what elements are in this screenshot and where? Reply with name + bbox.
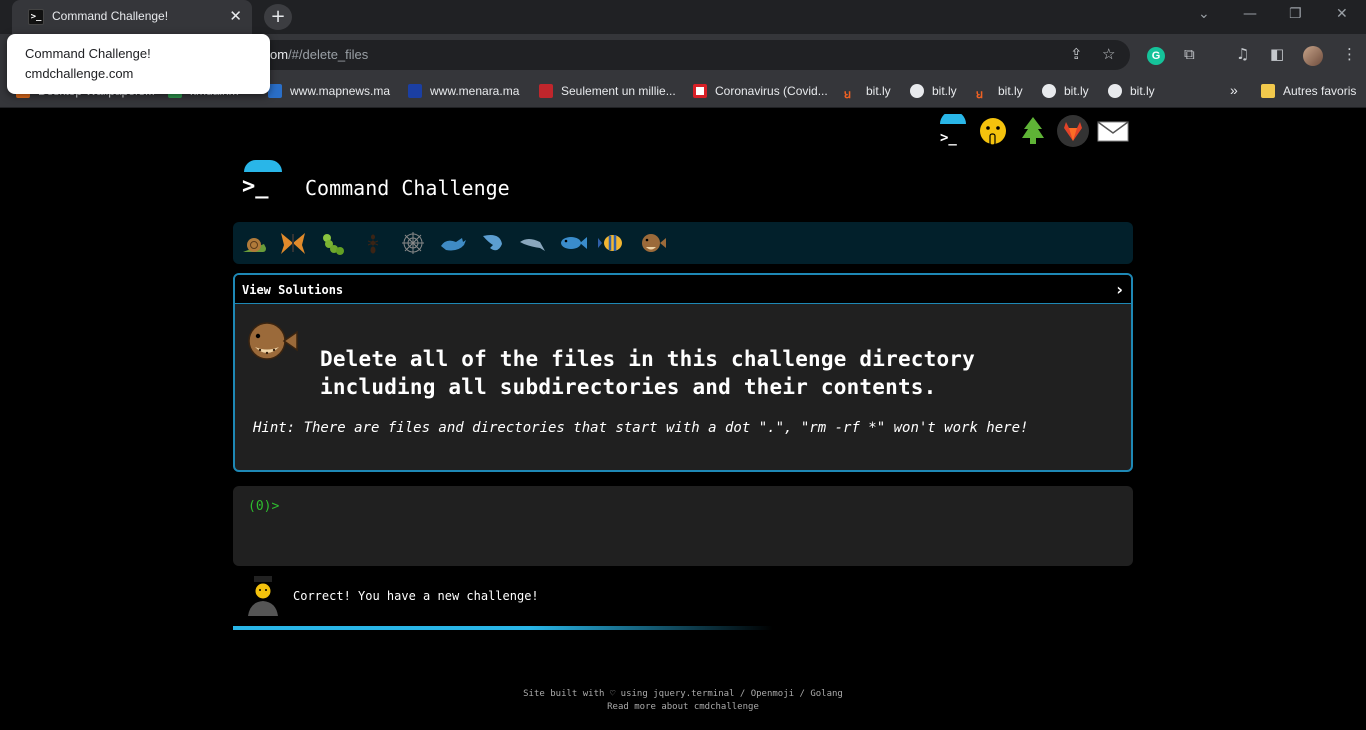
- bitly-icon: ꞟ: [976, 87, 984, 101]
- url-text[interactable]: om/#/delete_files: [270, 47, 368, 62]
- shushing-face-icon[interactable]: [976, 114, 1010, 148]
- spider-web-icon[interactable]: [398, 228, 428, 258]
- url-host: om: [270, 47, 289, 62]
- svg-text:>_: >_: [940, 130, 957, 146]
- footer-credits: Site built with ♡ using jquery.terminal …: [523, 689, 843, 699]
- tab-strip: >_ Command Challenge! ✕ + ⌄ — ❐ ✕: [0, 0, 1366, 34]
- challenge-progress-strip: [233, 222, 1133, 264]
- media-controls-icon[interactable]: ♫: [1236, 45, 1249, 63]
- dolphin-icon[interactable]: [518, 228, 548, 258]
- bookmark-item[interactable]: bit.ly: [1108, 84, 1155, 100]
- tab-search-button[interactable]: ⌄: [1198, 6, 1210, 22]
- close-window-button[interactable]: ✕: [1336, 6, 1348, 22]
- tropical-fish-icon[interactable]: [598, 228, 628, 258]
- bookmark-item[interactable]: Coronavirus (Covid...: [693, 84, 828, 100]
- restore-button[interactable]: ❐: [1289, 6, 1302, 22]
- url-path: /#/delete_files: [288, 47, 369, 62]
- challenge-panel: View Solutions › Delete all of the files…: [233, 273, 1133, 472]
- teacher-avatar-icon: [246, 574, 280, 616]
- site-title: Command Challenge: [305, 176, 510, 200]
- caterpillar-icon[interactable]: [318, 228, 348, 258]
- c-logo-icon: [693, 84, 707, 98]
- envelope-icon[interactable]: [1096, 114, 1130, 148]
- more-bookmarks-button[interactable]: »: [1230, 82, 1238, 98]
- gitlab-icon[interactable]: [1056, 114, 1090, 148]
- butterfly-icon[interactable]: [278, 228, 308, 258]
- terminal-icon[interactable]: >_: [936, 111, 970, 148]
- challenge-line-2: including all subdirectories and their c…: [320, 375, 937, 399]
- bookmark-item[interactable]: www.mapnews.ma: [268, 84, 390, 100]
- menu-kebab-icon[interactable]: ⋮: [1342, 45, 1357, 63]
- challenge-hint: Hint: There are files and directories th…: [253, 420, 1029, 436]
- share-icon[interactable]: ⇪: [1070, 45, 1083, 63]
- new-tab-button[interactable]: +: [264, 4, 292, 30]
- progress-bar: [233, 626, 773, 630]
- view-solutions-label: View Solutions: [242, 283, 344, 297]
- bookmark-item[interactable]: bit.ly: [910, 84, 957, 100]
- logo-cap: [244, 160, 282, 172]
- address-bar[interactable]: om/#/delete_files ⇪ ☆: [250, 40, 1130, 70]
- other-bookmarks-folder[interactable]: Autres favoris: [1261, 84, 1356, 100]
- whale-icon[interactable]: [438, 228, 468, 258]
- footer-read-more-link[interactable]: Read more about cmdchallenge: [0, 702, 1366, 712]
- hover-card-host: cmdchallenge.com: [25, 66, 134, 81]
- globe-icon: [910, 84, 924, 98]
- chevron-right-icon: ›: [1116, 280, 1123, 299]
- tab-title: Command Challenge!: [52, 9, 169, 23]
- site-logo[interactable]: >_: [240, 160, 284, 204]
- bookmark-item[interactable]: ꞟ bit.ly: [976, 84, 1023, 101]
- pufferfish-icon[interactable]: [638, 228, 668, 258]
- bitly-icon: ꞟ: [844, 87, 852, 101]
- side-panel-icon[interactable]: ◧: [1270, 45, 1284, 63]
- profile-avatar[interactable]: [1303, 46, 1323, 66]
- shark-icon[interactable]: [478, 228, 508, 258]
- challenge-line-1: Delete all of the files in this challeng…: [320, 347, 975, 371]
- minimize-button[interactable]: —: [1243, 6, 1257, 22]
- fish-icon[interactable]: [558, 228, 588, 258]
- tree-icon[interactable]: [1016, 114, 1050, 148]
- star-icon[interactable]: ☆: [1102, 45, 1115, 63]
- tab-close-button[interactable]: ✕: [229, 7, 242, 25]
- menara-icon: [408, 84, 422, 98]
- terminal-prompt: (0)>: [248, 499, 280, 514]
- view-solutions-toggle[interactable]: View Solutions ›: [235, 275, 1131, 304]
- news-icon: [539, 84, 553, 98]
- hover-card-title: Command Challenge!: [25, 46, 151, 61]
- grammarly-extension-icon[interactable]: G: [1147, 47, 1165, 65]
- mapnews-icon: [268, 84, 282, 98]
- challenge-description: Delete all of the files in this challeng…: [320, 345, 975, 401]
- bookmark-item[interactable]: www.menara.ma: [408, 84, 519, 100]
- globe-icon: [1108, 84, 1122, 98]
- feedback-message: Correct! You have a new challenge!: [293, 589, 539, 603]
- folder-icon: [1261, 84, 1275, 98]
- bookmark-item[interactable]: ꞟ bit.ly: [844, 84, 891, 101]
- tab-command-challenge[interactable]: >_ Command Challenge! ✕: [12, 0, 252, 34]
- terminal-prompt-icon: >_: [242, 174, 269, 199]
- snail-icon[interactable]: [239, 228, 269, 258]
- bookmark-item[interactable]: Seulement un millie...: [539, 84, 676, 100]
- pufferfish-icon: [243, 319, 299, 363]
- terminal-input[interactable]: (0)>: [233, 486, 1133, 566]
- bookmark-item[interactable]: bit.ly: [1042, 84, 1089, 100]
- ant-icon[interactable]: [358, 228, 388, 258]
- globe-icon: [1042, 84, 1056, 98]
- terminal-favicon-icon: >_: [28, 9, 44, 25]
- extensions-puzzle-icon[interactable]: ⧉: [1184, 45, 1195, 63]
- tab-hover-card: Command Challenge! cmdchallenge.com: [7, 34, 270, 94]
